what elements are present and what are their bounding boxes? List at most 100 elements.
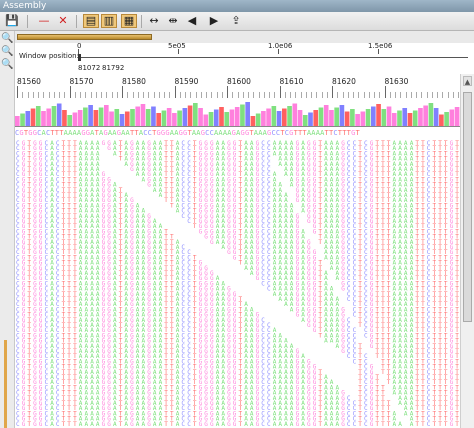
read-base: A xyxy=(393,421,397,428)
read-pileup[interactable]: CCCCCCCCCCCCCCCCCCCCCCCCCCCCCCCCCCCCCCCC… xyxy=(15,140,460,428)
read-base: G xyxy=(199,228,203,235)
zoom-in-icon[interactable]: 🔍 xyxy=(1,59,13,71)
genome-overview[interactable]: Window position: 81072 81792 0 5e05 1.0e06… xyxy=(15,42,474,75)
coverage-bar xyxy=(313,110,319,126)
coverage-bar xyxy=(454,107,460,126)
coverage-bar xyxy=(109,111,114,126)
ruler-tick xyxy=(174,86,176,98)
ruler-tick xyxy=(69,86,71,98)
read-base: C xyxy=(187,421,191,428)
ruler-minor-tick xyxy=(143,92,144,98)
coverage-bar xyxy=(35,106,41,126)
ruler-minor-tick xyxy=(80,92,81,98)
next-icon[interactable]: ▶ xyxy=(206,14,222,28)
left-panel: 🔍 🔍 🔍 xyxy=(0,31,15,428)
view-mode-1-icon[interactable]: ▤ xyxy=(83,14,99,28)
read-base: A xyxy=(50,421,54,428)
coverage-bar xyxy=(266,108,271,126)
coverage-bar xyxy=(439,114,444,126)
read-base: A xyxy=(324,254,328,261)
overview-axis-line xyxy=(78,57,468,58)
ruler-minor-tick xyxy=(300,92,302,98)
read-base: A xyxy=(290,306,294,313)
collapse-icon[interactable]: ⇹ xyxy=(165,14,181,28)
ruler-minor-tick xyxy=(53,92,55,98)
read-base: T xyxy=(170,421,174,428)
coverage-bar xyxy=(198,108,203,126)
read-base: G xyxy=(130,166,134,173)
read-base: A xyxy=(273,421,277,428)
coverage-bar xyxy=(145,109,151,126)
read-base: T xyxy=(239,260,243,267)
window-position-marker[interactable] xyxy=(78,54,81,61)
delete-icon[interactable]: ✕ xyxy=(55,14,71,28)
read-base: A xyxy=(278,421,282,428)
read-base: C xyxy=(181,421,185,428)
coverage-bar xyxy=(130,109,135,126)
coverage-bar xyxy=(397,110,402,126)
coverage-bar xyxy=(156,113,161,126)
read-base: C xyxy=(427,421,431,428)
ruler-minor-tick xyxy=(232,92,234,98)
save-icon[interactable]: 💾 xyxy=(4,14,20,28)
read-base: A xyxy=(330,338,334,345)
read-base: A xyxy=(142,176,146,183)
read-base: A xyxy=(336,343,340,350)
ruler-minor-tick xyxy=(95,92,97,98)
coverage-bar xyxy=(203,114,209,126)
coverage-bar xyxy=(51,106,57,126)
read-base: A xyxy=(124,421,128,428)
ruler-minor-tick xyxy=(269,92,270,98)
zoom-out-icon[interactable]: 🔍 xyxy=(1,46,13,58)
minus-icon[interactable]: — xyxy=(36,14,52,28)
view-mode-2-icon[interactable]: ▥ xyxy=(101,14,117,28)
read-base: A xyxy=(113,150,117,157)
window-title: Assembly xyxy=(0,0,474,12)
ruler-minor-tick xyxy=(437,92,438,98)
read-base: C xyxy=(353,421,357,428)
coverage-bar xyxy=(46,108,52,126)
read-base: T xyxy=(381,369,385,376)
export-icon[interactable]: ⇪ xyxy=(228,14,244,28)
ruler-label: 81610 xyxy=(280,77,304,86)
ruler-minor-tick xyxy=(200,92,202,98)
previous-icon[interactable]: ◀ xyxy=(184,14,200,28)
ruler-minor-tick xyxy=(426,92,428,98)
read-base: A xyxy=(324,338,328,345)
coverage-bar xyxy=(172,113,177,126)
ruler-minor-tick xyxy=(48,92,50,98)
zoom-icon[interactable]: 🔍 xyxy=(1,33,13,45)
read-base: A xyxy=(284,301,288,308)
toolbar-separator xyxy=(141,15,142,28)
coverage-bar xyxy=(30,108,36,126)
coverage-bar xyxy=(423,105,428,126)
ruler-minor-tick xyxy=(368,92,370,98)
read-base: A xyxy=(301,421,305,428)
coverage-bar xyxy=(444,112,449,126)
read-base: A xyxy=(244,421,248,428)
scroll-thumb[interactable] xyxy=(463,92,472,322)
read-base: A xyxy=(398,400,402,407)
read-base: C xyxy=(267,286,271,293)
ruler-minor-tick xyxy=(148,92,150,98)
read-base: G xyxy=(107,145,111,152)
read-base: A xyxy=(290,421,294,428)
read-base: C xyxy=(353,312,357,319)
read-base: T xyxy=(119,421,123,428)
ruler-minor-tick xyxy=(85,92,87,98)
ruler-label: 81560 xyxy=(17,77,41,86)
coverage-bar xyxy=(166,108,172,126)
read-base: A xyxy=(159,421,163,428)
read-base: A xyxy=(142,421,146,428)
read-base: T xyxy=(193,223,197,230)
expand-icon[interactable]: ↔ xyxy=(146,14,162,28)
view-mode-3-icon[interactable]: ▦ xyxy=(121,14,137,28)
read-base: T xyxy=(67,421,71,428)
read-base: T xyxy=(170,202,174,209)
read-base: G xyxy=(102,140,106,147)
overview-tick-label: 1.5e06 xyxy=(368,42,392,50)
scroll-up-icon[interactable]: ▲ xyxy=(463,76,472,86)
read-base: G xyxy=(313,228,317,235)
vertical-scrollbar[interactable]: ▲ xyxy=(460,74,474,428)
read-base: A xyxy=(216,239,220,246)
